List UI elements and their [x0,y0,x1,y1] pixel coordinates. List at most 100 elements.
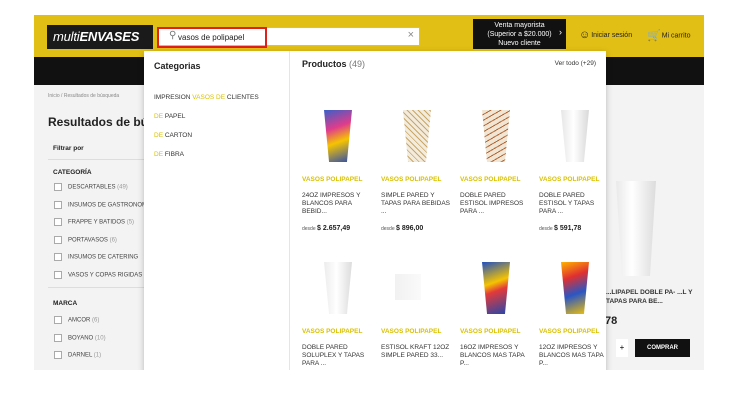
product-name: 24OZ IMPRESOS Y BLANCOS PARA BEBID... [302,192,361,215]
page: multiENVASES ⚲ × Venta mayorista (Superi… [34,15,704,370]
view-all-link[interactable]: Ver todo (+29) [555,60,596,67]
category-filter-item[interactable]: FRAPPE Y BATIDOS (5) [54,218,134,226]
product-card[interactable]: VASOS POLIPAPEL SIMPLE PARED Y TAPAS PARA… [381,108,453,233]
price-value: $ 896,00 [396,225,424,232]
filter-label: AMCOR [68,317,91,324]
product-card[interactable]: VASOS POLIPAPEL 16OZ IMPRESOS Y BLANCOS M… [460,260,532,370]
filter-by-label: Filtrar por [53,145,84,152]
category-text: CARTON [163,132,193,139]
checkbox[interactable] [54,270,62,279]
brand-filter-item[interactable]: AMCOR (6) [54,316,99,324]
product-name: DOBLE PARED ESTISOL Y TAPAS PARA ... [539,192,595,215]
filter-label: INSUMOS DE CATERING [68,254,139,261]
product-card[interactable]: VASOS POLIPAPEL DOBLE PARED ESTISOL IMPRE… [460,108,532,233]
suggested-category-link[interactable]: DE FIBRA [154,151,184,158]
product-brand: VASOS POLIPAPEL [539,328,600,335]
filter-label: DESCARTABLES [68,184,116,191]
suggested-category-link[interactable]: IMPRESION VASOS DE CLIENTES [154,94,259,101]
product-brand: VASOS POLIPAPEL [302,328,363,335]
wholesale-button[interactable]: Venta mayorista (Superior a $20.000) Nue… [473,19,566,49]
checkbox[interactable] [54,333,62,342]
filter-count: (5) [125,219,135,226]
filter-count: (1) [92,352,102,359]
category-text: CLIENTES [225,94,259,101]
divider [48,159,148,160]
price-prefix: desde [302,226,318,232]
category-filter-item[interactable]: DESCARTABLES (49) [54,183,128,191]
product-image[interactable] [393,260,441,315]
products-count: (49) [349,59,366,69]
product-brand: VASOS POLIPAPEL [302,176,363,183]
brand-filter-item[interactable]: DARNEL (1) [54,351,101,359]
price-prefix: desde [381,226,397,232]
cup-image [324,110,352,162]
product-card[interactable]: VASOS POLIPAPEL 24OZ IMPRESOS Y BLANCOS P… [302,108,374,233]
checkbox[interactable] [54,316,62,324]
product-image[interactable] [314,108,362,163]
filter-label: VASOS Y COPAS RIGIDAS [68,272,143,279]
checkbox[interactable] [54,351,62,359]
filter-label: DARNEL [68,352,93,359]
search-icon: ⚲ [169,30,177,41]
product-image[interactable] [551,108,599,163]
category-text: IMPRESION [154,94,193,101]
breadcrumb[interactable]: Inicio / Resultados de búsqueda [48,93,119,99]
products-title: Productos [302,59,347,69]
qty-plus-button[interactable]: + [616,339,628,357]
buy-button[interactable]: COMPRAR [635,339,690,357]
cup-image [616,181,656,276]
checkbox[interactable] [54,183,62,191]
bg-product-name[interactable]: ...LIPAPEL DOBLE PA- ...L Y TAPAS PARA B… [606,288,704,306]
brand-filter-item[interactable]: BOYANO (10) [54,333,106,342]
product-image[interactable] [472,108,520,163]
checkbox[interactable] [54,253,62,261]
category-filter-item[interactable]: INSUMOS DE GASTRONOMÍA [54,200,153,209]
checkbox[interactable] [54,200,62,209]
suggested-category-link[interactable]: DE CARTON [154,132,192,139]
filter-panel: Filtrar por CATEGORÍA DESCARTABLES (49) I… [48,137,153,370]
category-filter-item[interactable]: INSUMOS DE CATERING [54,253,138,261]
product-name: 16OZ IMPRESOS Y BLANCOS MAS TAPA P... [460,344,525,367]
logo-light-text: multi [53,29,80,44]
category-filter-item[interactable]: VASOS Y COPAS RIGIDAS [54,270,143,279]
checkbox[interactable] [54,235,62,244]
product-name: DOBLE PARED ESTISOL IMPRESOS PARA ... [460,192,524,215]
cup-image [482,262,510,314]
products-heading: Productos (49) [302,59,365,69]
product-image[interactable] [472,260,520,315]
product-name: SIMPLE PARED Y TAPAS PARA BEBIDAS ... [381,192,450,215]
product-brand: VASOS POLIPAPEL [539,176,600,183]
product-card[interactable]: VASOS POLIPAPEL 12OZ IMPRESOS Y BLANCOS M… [539,260,611,370]
cup-image [403,110,431,162]
category-filter-item[interactable]: PORTAVASOS (6) [54,235,117,244]
product-price: desde $ 2.657,49 [302,225,350,232]
product-image[interactable] [393,108,441,163]
category-match-highlight: DE [154,151,164,158]
search-suggestions-dropdown: Categorias IMPRESION VASOS DE CLIENTES DE… [144,51,606,370]
clear-search-icon[interactable]: × [408,29,414,41]
search-input[interactable] [178,30,378,44]
checkbox[interactable] [54,218,62,226]
product-brand: VASOS POLIPAPEL [460,328,521,335]
logo[interactable]: multiENVASES [47,25,153,49]
suggested-category-link[interactable]: DE PAPEL [154,113,185,120]
search-box[interactable]: ⚲ × [157,27,420,48]
wholesale-line-2: (Superior a $20.000) [487,31,552,38]
login-link[interactable]: ☺Iniciar sesión [579,29,632,41]
product-card[interactable]: VASOS POLIPAPEL DOBLE PARED SOLUPLEX Y TA… [302,260,374,370]
filter-count: (10) [93,335,106,342]
category-text: FIBRA [163,151,184,158]
product-price: desde $ 591,78 [539,225,581,232]
price-value: $ 591,78 [554,225,582,232]
cart-link[interactable]: 🛒Mi carrito [647,29,690,42]
product-card[interactable]: VASOS POLIPAPEL ESTISOL KRAFT 12OZ SIMPLE… [381,260,453,370]
cup-image [395,274,421,300]
product-name: 12OZ IMPRESOS Y BLANCOS MAS TAPA P... [539,344,604,367]
product-card[interactable]: VASOS POLIPAPEL DOBLE PARED ESTISOL Y TAP… [539,108,611,233]
wholesale-line-1: Venta mayorista [494,22,545,29]
category-match-highlight: VASOS DE [192,94,226,101]
login-label: Iniciar sesión [591,31,633,39]
product-image[interactable] [551,260,599,315]
filter-count: (6) [90,317,100,324]
product-image[interactable] [314,260,362,315]
